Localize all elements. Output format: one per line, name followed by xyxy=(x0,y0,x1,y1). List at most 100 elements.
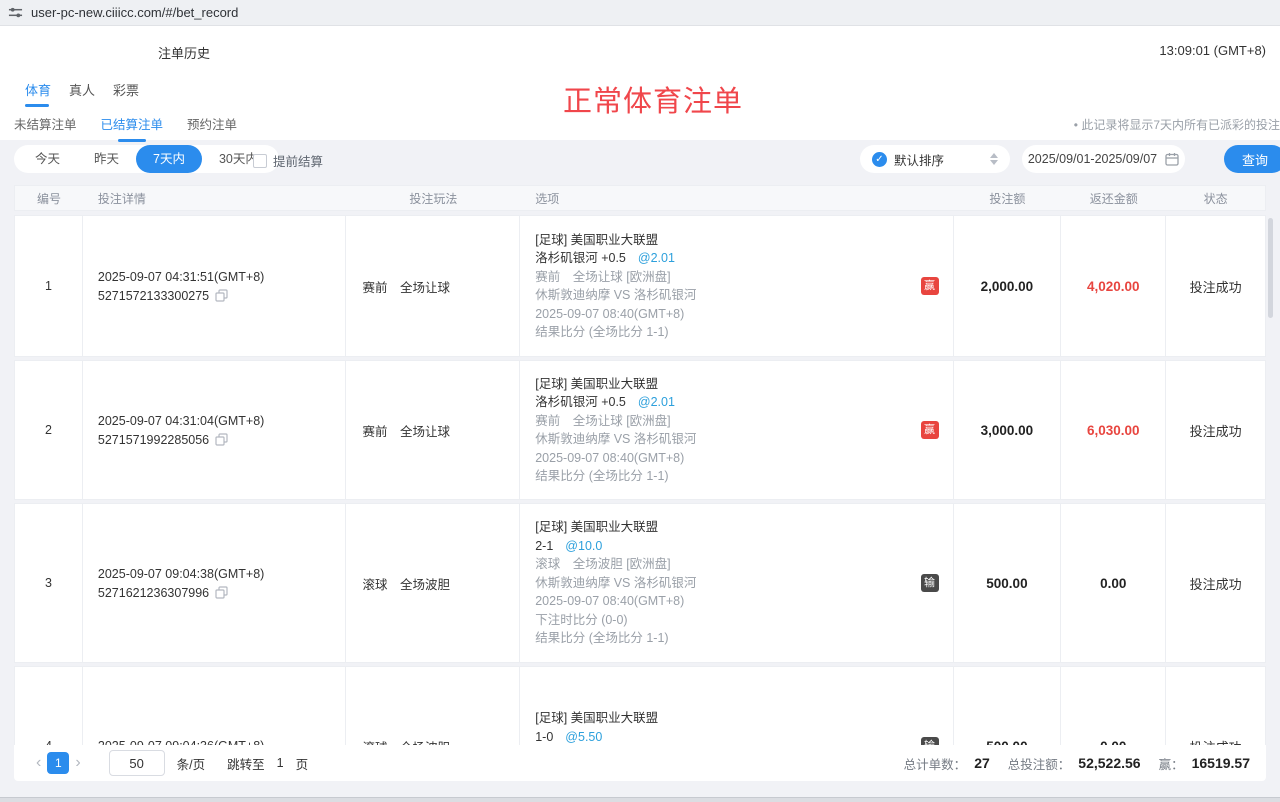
bet-detail-cell: 2025-09-07 09:04:38(GMT+8) 5271621236307… xyxy=(83,504,347,662)
selection-cell: [足球] 美国职业大联盟 洛杉矶银河 +0.5@2.01 赛前 全场让球 [欧洲… xyxy=(520,361,953,499)
current-page-button[interactable]: 1 xyxy=(47,752,69,774)
play-type: 滚球 全场波胆 xyxy=(346,504,520,662)
stake-amount: 500.00 xyxy=(954,667,1062,745)
total-count-value: 27 xyxy=(974,755,990,771)
row-number: 4 xyxy=(15,667,83,745)
subtab-settled[interactable]: 已结算注单 xyxy=(101,114,164,142)
row-number: 3 xyxy=(15,504,83,662)
result-badge: 赢 xyxy=(921,277,939,295)
col-bet-detail: 投注详情 xyxy=(83,190,347,207)
annotation-text: 正常体育注单 xyxy=(563,78,743,120)
payout-amount: 4,020.00 xyxy=(1061,216,1166,356)
table-row: 2 2025-09-07 04:31:04(GMT+8) 52715719922… xyxy=(14,360,1266,500)
selection-line: 结果比分 (全场比分 1-1) xyxy=(535,323,952,342)
page-size-input[interactable] xyxy=(109,750,165,776)
total-count-label: 总计单数： xyxy=(904,754,967,773)
selection-line: 结果比分 (全场比分 1-1) xyxy=(535,467,952,486)
col-play-type: 投注玩法 xyxy=(346,190,520,207)
tune-icon[interactable] xyxy=(8,5,23,20)
table-row: 1 2025-09-07 04:31:51(GMT+8) 52715721333… xyxy=(14,215,1266,357)
selection-line: 赛前 全场让球 [欧洲盘] xyxy=(535,268,952,287)
server-time: 13:09:01 (GMT+8) xyxy=(1159,43,1266,58)
bet-id: 5271621236307996 xyxy=(98,586,209,600)
total-win-label: 赢： xyxy=(1159,754,1184,773)
result-badge: 输 xyxy=(921,574,939,592)
result-badge: 赢 xyxy=(921,421,939,439)
status-subtabs: 未结算注单 已结算注单 预约注单 xyxy=(14,114,237,142)
total-stake-label: 总投注额： xyxy=(1008,754,1071,773)
pill-today[interactable]: 今天 xyxy=(18,145,77,173)
page-header: 注单历史 13:09:01 (GMT+8) 体育 真人 彩票 正常体育注单 未结… xyxy=(0,26,1280,140)
bottom-window-edge xyxy=(0,797,1280,802)
payout-amount: 6,030.00 xyxy=(1061,361,1166,499)
pill-7days[interactable]: 7天内 xyxy=(136,145,202,173)
category-tabs: 体育 真人 彩票 xyxy=(25,80,139,107)
selection-cell: [足球] 美国职业大联盟 洛杉矶银河 +0.5@2.01 赛前 全场让球 [欧洲… xyxy=(520,216,953,356)
odds-value: @2.01 xyxy=(638,395,675,409)
league-line: [足球] 美国职业大联盟 xyxy=(535,375,952,394)
result-badge: 输 xyxy=(921,737,939,745)
col-selection: 选项 xyxy=(520,190,953,207)
pick-text: 洛杉矶银河 +0.5 xyxy=(535,251,626,265)
bet-detail-cell: 2025-09-07 09:04:36(GMT+8) xyxy=(83,667,347,745)
table-body: 1 2025-09-07 04:31:51(GMT+8) 52715721333… xyxy=(0,215,1280,745)
copy-icon[interactable] xyxy=(215,289,228,302)
bet-id: 5271572133300275 xyxy=(98,289,209,303)
row-number: 2 xyxy=(15,361,83,499)
copy-icon[interactable] xyxy=(215,433,228,446)
selection-line: 滚球 全场波胆 [欧洲盘] xyxy=(535,555,952,574)
play-type: 赛前 全场让球 xyxy=(346,361,520,499)
col-number: 编号 xyxy=(15,190,83,207)
search-button[interactable]: 查询 xyxy=(1224,145,1280,173)
tab-live[interactable]: 真人 xyxy=(69,80,95,107)
bet-detail-cell: 2025-09-07 04:31:51(GMT+8) 5271572133300… xyxy=(83,216,347,356)
selection-line: 下注时比分 (0-0) xyxy=(535,611,952,630)
jump-to-label: 跳转至 xyxy=(227,754,265,773)
bet-status: 投注成功 xyxy=(1166,504,1265,662)
table-row: 3 2025-09-07 09:04:38(GMT+8) 52716212363… xyxy=(14,503,1266,663)
odds-value: @2.01 xyxy=(638,251,675,265)
sort-dropdown[interactable]: ✓ 默认排序 xyxy=(860,145,1010,173)
selection-line: 结果比分 (全场比分 1-1) xyxy=(535,629,952,648)
col-stake: 投注额 xyxy=(954,190,1062,207)
totals-summary: 总计单数： 27 总投注额： 52,522.56 赢： 16519.57 xyxy=(904,754,1250,773)
date-range-pills: 今天 昨天 7天内 30天内 xyxy=(14,145,279,173)
league-line: [足球] 美国职业大联盟 xyxy=(535,709,952,728)
tab-sports[interactable]: 体育 xyxy=(25,80,51,107)
payout-amount: 0.00 xyxy=(1061,504,1166,662)
early-settle-checkbox[interactable] xyxy=(253,154,267,168)
col-status: 状态 xyxy=(1166,190,1265,207)
check-circle-icon: ✓ xyxy=(872,152,887,167)
subtab-reserved[interactable]: 预约注单 xyxy=(187,114,237,142)
bet-detail-cell: 2025-09-07 04:31:04(GMT+8) 5271571992285… xyxy=(83,361,347,499)
odds-value: @10.0 xyxy=(565,539,602,553)
pick-text: 1-0 xyxy=(535,730,553,744)
payout-amount: 0.00 xyxy=(1061,667,1166,745)
selection-line: 赛前 全场让球 [欧洲盘] xyxy=(535,412,952,431)
url-text[interactable]: user-pc-new.ciiicc.com/#/bet_record xyxy=(31,5,238,20)
table-footer: ‹ 1 › 条/页 跳转至 1 页 总计单数： 27 总投注额： 52,522.… xyxy=(14,745,1266,781)
selection-cell: [足球] 美国职业大联盟 1-0@5.50 滚球 全场波胆 [欧洲盘] 休斯敦迪… xyxy=(520,667,953,745)
scrollbar-thumb[interactable] xyxy=(1268,218,1273,318)
jump-page-value[interactable]: 1 xyxy=(277,756,284,770)
record-notice: • 此记录将显示7天内所有已派彩的投注 xyxy=(1074,116,1280,133)
subtab-unsettled[interactable]: 未结算注单 xyxy=(14,114,77,142)
next-page-icon[interactable]: › xyxy=(69,754,86,772)
pill-yesterday[interactable]: 昨天 xyxy=(77,145,136,173)
per-page-label: 条/页 xyxy=(177,754,205,773)
bet-id: 5271571992285056 xyxy=(98,433,209,447)
total-win-value: 16519.57 xyxy=(1192,755,1250,771)
table-row: 4 2025-09-07 09:04:36(GMT+8) 滚球 全场波胆 [足球… xyxy=(14,666,1266,745)
odds-value: @5.50 xyxy=(565,730,602,744)
prev-page-icon[interactable]: ‹ xyxy=(30,754,47,772)
bet-time: 2025-09-07 04:31:04(GMT+8) xyxy=(98,414,346,428)
total-stake-value: 52,522.56 xyxy=(1078,755,1140,771)
date-range-picker[interactable]: 2025/09/01-2025/09/07 xyxy=(1022,145,1185,173)
play-type: 滚球 全场波胆 xyxy=(346,667,520,745)
calendar-icon xyxy=(1165,152,1179,166)
copy-icon[interactable] xyxy=(215,586,228,599)
tab-lottery[interactable]: 彩票 xyxy=(113,80,139,107)
col-payout: 返还金额 xyxy=(1061,190,1166,207)
row-number: 1 xyxy=(15,216,83,356)
stake-amount: 500.00 xyxy=(954,504,1062,662)
